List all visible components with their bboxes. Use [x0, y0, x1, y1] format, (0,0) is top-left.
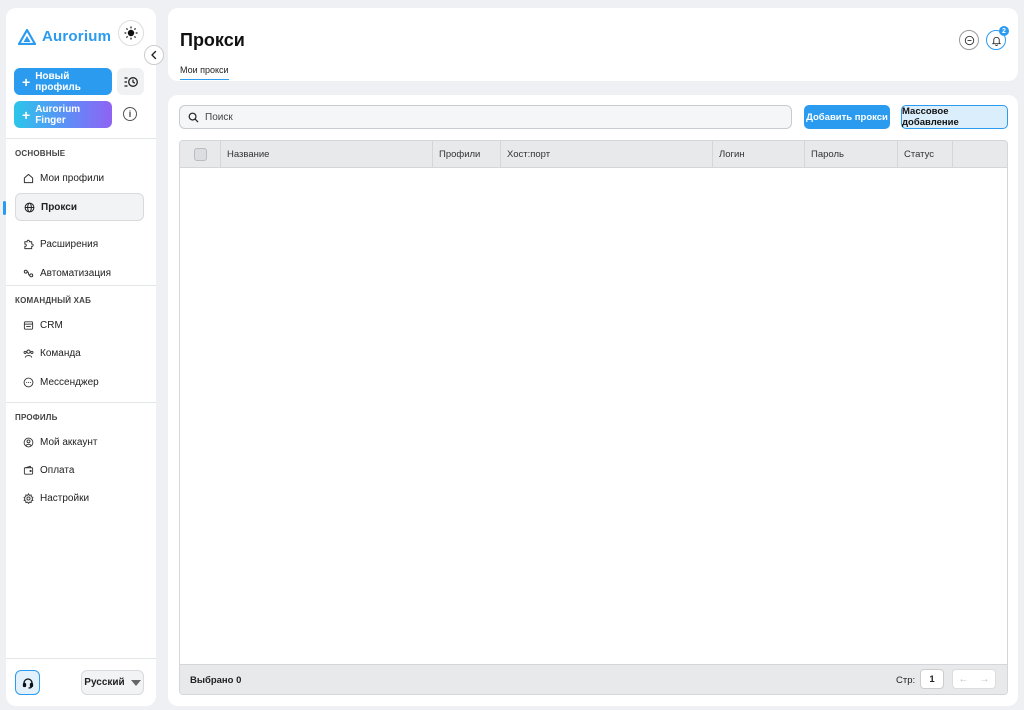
home-icon: [23, 173, 34, 183]
sidebar-divider: [6, 285, 156, 286]
history-icon: [124, 76, 138, 87]
puzzle-icon: [24, 239, 34, 249]
sidebar-item-label: Расширения: [40, 238, 99, 250]
search-icon: [188, 112, 199, 123]
section-title-main: ОСНОВНЫЕ: [15, 149, 66, 158]
column-header-name[interactable]: Название: [221, 141, 433, 168]
add-proxy-button[interactable]: Добавить прокси: [804, 105, 890, 129]
selected-count: Выбрано 0: [190, 675, 242, 686]
aurorium-finger-button[interactable]: + Aurorium Finger: [14, 101, 112, 128]
theme-toggle-button[interactable]: [118, 20, 144, 46]
app-name: Aurorium: [42, 28, 112, 45]
sidebar-item-label: Мой аккаунт: [40, 436, 98, 448]
sidebar-item-label: Мои профили: [40, 172, 105, 184]
page-title: Прокси: [180, 30, 245, 50]
notifications-button[interactable]: 2: [986, 26, 1009, 50]
support-button[interactable]: [15, 670, 40, 695]
chat-icon: [23, 377, 34, 387]
language-label: Русский: [84, 677, 125, 688]
column-header-host-port[interactable]: Хост:порт: [501, 141, 713, 168]
sidebar-item-label: Мессенджер: [40, 376, 99, 388]
caret-down-icon: [130, 679, 141, 686]
page-header: Прокси Мои прокси 2: [168, 8, 1018, 81]
active-indicator: [3, 201, 6, 215]
language-select[interactable]: Русский: [81, 670, 144, 695]
headset-icon: [22, 677, 33, 689]
sidebar-item-my-account[interactable]: Мой аккаунт: [15, 428, 144, 456]
main-panel: Добавить прокси Массовое добавление Назв…: [168, 95, 1018, 706]
finger-label: Aurorium Finger: [35, 103, 81, 126]
page-number-input[interactable]: 1: [920, 669, 944, 689]
info-icon[interactable]: i: [123, 107, 137, 121]
arrow-left-icon[interactable]: ←: [959, 674, 969, 685]
new-profile-label: Новый профиль: [35, 70, 81, 93]
automation-icon: [23, 269, 34, 277]
table-footer: Выбрано 0 Стр: 1 ← →: [180, 664, 1007, 694]
plus-icon: +: [22, 73, 31, 90]
logo[interactable]: Aurorium: [18, 28, 111, 45]
column-header-status[interactable]: Статус: [898, 141, 953, 168]
column-header-login[interactable]: Логин: [713, 141, 805, 168]
new-profile-button[interactable]: + Новый профиль: [14, 68, 112, 95]
sidebar: Aurorium + Новый профиль + Aurorium Fing…: [3, 8, 156, 706]
column-header-password[interactable]: Пароль: [805, 141, 898, 168]
bell-icon: [991, 36, 1001, 46]
sidebar-item-messenger[interactable]: Мессенджер: [15, 368, 144, 396]
page-label: Стр:: [896, 675, 916, 686]
sidebar-item-payment[interactable]: Оплата: [15, 456, 144, 484]
profile-history-button[interactable]: [117, 68, 144, 95]
select-all-cell: [180, 141, 221, 168]
sidebar-item-label: CRM: [40, 319, 63, 331]
sidebar-item-label: Оплата: [40, 464, 75, 476]
user-circle-icon: [23, 437, 34, 447]
column-header-profiles[interactable]: Профили: [433, 141, 501, 168]
sun-icon: [124, 26, 138, 40]
search-box[interactable]: [179, 105, 792, 129]
messages-button[interactable]: [959, 30, 979, 50]
sidebar-item-proxy[interactable]: Прокси: [15, 193, 144, 221]
notification-badge: 2: [999, 26, 1009, 36]
sidebar-item-label: Прокси: [41, 201, 77, 213]
sidebar-divider: [6, 138, 156, 139]
sidebar-divider: [6, 402, 156, 403]
search-input[interactable]: [205, 111, 765, 123]
table-header: Название Профили Хост:порт Логин Пароль …: [180, 141, 1007, 168]
sidebar-item-label: Автоматизация: [40, 267, 112, 279]
sidebar-divider: [6, 658, 156, 659]
proxy-table: Название Профили Хост:порт Логин Пароль …: [179, 140, 1008, 695]
plus-icon: +: [22, 106, 31, 123]
wallet-icon: [23, 465, 34, 475]
sidebar-item-extensions[interactable]: Расширения: [15, 230, 144, 258]
section-title-team-hub: КОМАНДНЫЙ ХАБ: [15, 296, 92, 305]
sidebar-item-label: Команда: [40, 347, 81, 359]
arrow-right-icon[interactable]: →: [980, 674, 990, 685]
section-title-profile: ПРОФИЛЬ: [15, 413, 58, 422]
gear-icon: [23, 492, 34, 504]
sidebar-item-settings[interactable]: Настройки: [15, 484, 144, 512]
team-icon: [23, 349, 34, 358]
select-all-checkbox[interactable]: [193, 148, 207, 161]
pagination-controls: ← →: [952, 669, 996, 689]
chevron-left-icon: [151, 50, 157, 60]
tab-my-proxies[interactable]: Мои прокси: [180, 65, 229, 80]
collapse-sidebar-button[interactable]: [144, 45, 164, 65]
globe-icon: [24, 202, 35, 212]
sidebar-item-automation[interactable]: Автоматизация: [15, 259, 144, 287]
sidebar-item-team[interactable]: Команда: [15, 339, 144, 367]
sidebar-item-my-profiles[interactable]: Мои профили: [15, 164, 144, 192]
sidebar-item-label: Настройки: [40, 492, 90, 504]
crm-icon: [23, 320, 34, 330]
chat-icon: [964, 35, 974, 45]
bulk-add-button[interactable]: Массовое добавление: [901, 105, 1008, 129]
aurorium-logo-icon: [18, 28, 36, 45]
sidebar-item-crm[interactable]: CRM: [15, 311, 144, 339]
